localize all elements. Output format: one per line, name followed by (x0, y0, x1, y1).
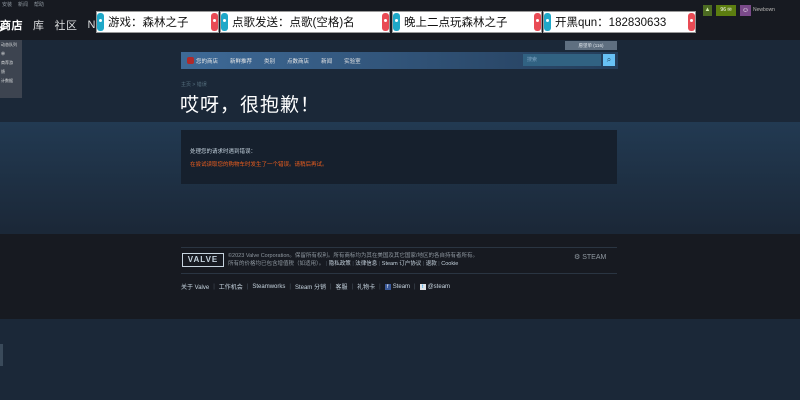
footer-link-jobs[interactable]: 工作机会 (219, 282, 243, 291)
nav-library[interactable]: 库 (33, 17, 45, 33)
joycon-right-icon (534, 13, 541, 31)
error-heading: 处理您的请求时遇到错误： (190, 149, 257, 155)
client-top-menu: 安装 新闻 帮助 (0, 0, 44, 10)
broadcast-icon[interactable]: ▲ (703, 5, 712, 16)
footer-link-twitter[interactable]: t @steam (419, 283, 451, 290)
footer-link-support[interactable]: 客服 (336, 282, 348, 291)
joycon-left-icon (97, 13, 104, 31)
overlay-text: 晚上二点玩森林之子 (404, 17, 508, 29)
menu-help[interactable]: 帮助 (34, 0, 44, 10)
window-edge-marker (0, 344, 3, 366)
breadcrumb[interactable]: 主页 > 错误 (181, 81, 207, 88)
footer-link-distribution[interactable]: Steam 分销 (295, 282, 326, 291)
separator: | (329, 283, 332, 290)
facebook-icon: f (384, 283, 391, 290)
footer-divider (181, 273, 617, 274)
dropdown-item[interactable]: 动态队列 (0, 40, 22, 49)
store-nav-points-shop[interactable]: 点数商店 (281, 57, 315, 65)
separator: | (289, 283, 291, 290)
overlay-text: 开黑qun：182830633 (555, 17, 667, 29)
joycon-right-icon (688, 13, 695, 31)
privacy-link[interactable]: 隐私政策 (329, 261, 351, 267)
dropdown-item[interactable]: 商荐游 (0, 58, 22, 67)
separator: | (351, 283, 354, 290)
dropdown-item[interactable]: 计数据 (0, 76, 22, 85)
copyright-line-2: 所有的价格均已包含增值税（如适用）。 | 隐私政策 | 法律信息 | Steam… (228, 261, 459, 267)
joycon-left-icon (544, 13, 551, 31)
page-title: 哎呀，很抱歉！ (180, 95, 321, 116)
footer-link-facebook[interactable]: f Steam (384, 283, 411, 290)
avatar[interactable]: ☺ (740, 5, 751, 16)
separator: | (213, 283, 215, 290)
facebook-label: Steam (392, 283, 411, 290)
footer-divider (181, 247, 617, 248)
notifications-button[interactable]: 96 ✉ (716, 5, 736, 16)
twitter-label: @steam (427, 283, 451, 290)
menu-news[interactable]: 新闻 (18, 0, 28, 10)
copyright-line: ©2023 Valve Corporation。保留所有权利。所有商标均为其在美… (228, 253, 478, 259)
separator: | (246, 283, 249, 290)
overlay-game-banner: 游戏：森林之子 (96, 11, 219, 33)
footer-link-gift-cards[interactable]: 礼物卡 (357, 282, 375, 291)
store-nav-your-store[interactable]: 您的商店 (181, 57, 224, 65)
store-nav-label: 您的商店 (196, 58, 219, 65)
wishlist-button[interactable]: 愿望单 (116) (565, 41, 617, 50)
legal-link[interactable]: 法律信息 (355, 261, 377, 267)
ssa-link[interactable]: Steam 订户协议 (382, 261, 421, 267)
vat-note: 所有的价格均已包含增值税（如适用）。 (228, 261, 325, 267)
footer-link-about[interactable]: 关于 Valve (181, 282, 209, 291)
overlay-text: 游戏：森林之子 (108, 17, 189, 29)
steam-logo[interactable]: ⚙ STEAM (574, 253, 606, 261)
refund-link[interactable]: 退款 (426, 261, 437, 267)
store-search-input[interactable]: 搜索 (523, 54, 601, 66)
joycon-right-icon (211, 13, 218, 31)
store-nav-categories[interactable]: 类别 (258, 57, 281, 65)
store-home-icon (187, 57, 194, 64)
account-name[interactable]: Newbown (753, 5, 785, 16)
overlay-group-banner: 开黑qun：182830633 (543, 11, 696, 33)
store-dropdown-menu: 动态队列 单 商荐游 馈 计数据 (0, 40, 22, 98)
valve-logo[interactable]: VALVE (182, 253, 224, 267)
separator: | (414, 283, 416, 290)
separator: | (379, 283, 381, 290)
notification-count: 96 (720, 7, 726, 13)
store-nav-news[interactable]: 新闻 (315, 57, 338, 65)
error-message: 在尝试读取您的购物车时发生了一个错误。请稍后再试。 (190, 162, 328, 168)
twitter-icon: t (419, 283, 426, 290)
overlay-text: 点歌发送：点歌(空格)名 (232, 17, 355, 29)
joycon-left-icon (221, 13, 228, 31)
footer-links: 关于 Valve | 工作机会 | Steamworks | Steam 分销 … (181, 282, 450, 291)
store-nav-labs[interactable]: 实验室 (338, 57, 367, 65)
overlay-song-banner: 点歌发送：点歌(空格)名 (220, 11, 390, 33)
mouse-cursor-icon: ➤ (0, 24, 7, 35)
joycon-right-icon (382, 13, 389, 31)
error-panel (181, 130, 617, 184)
dropdown-item[interactable]: 馈 (0, 67, 22, 76)
joycon-left-icon (393, 13, 400, 31)
store-nav-new[interactable]: 新鲜推荐 (224, 57, 258, 65)
dropdown-item[interactable]: 单 (0, 49, 22, 58)
footer-link-steamworks[interactable]: Steamworks (252, 284, 285, 290)
nav-community[interactable]: 社区 (55, 17, 78, 33)
steam-logo-icon: ⚙ (574, 254, 581, 261)
overlay-schedule-banner: 晚上二点玩森林之子 (392, 11, 542, 33)
copyright-text: ©2023 Valve Corporation。保留所有权利。所有商标均为其在美… (228, 252, 518, 268)
search-icon[interactable]: ⌕ (603, 54, 615, 66)
steam-logo-text: STEAM (582, 254, 607, 261)
cookie-link[interactable]: Cookie (441, 261, 458, 267)
menu-install[interactable]: 安装 (2, 0, 12, 10)
